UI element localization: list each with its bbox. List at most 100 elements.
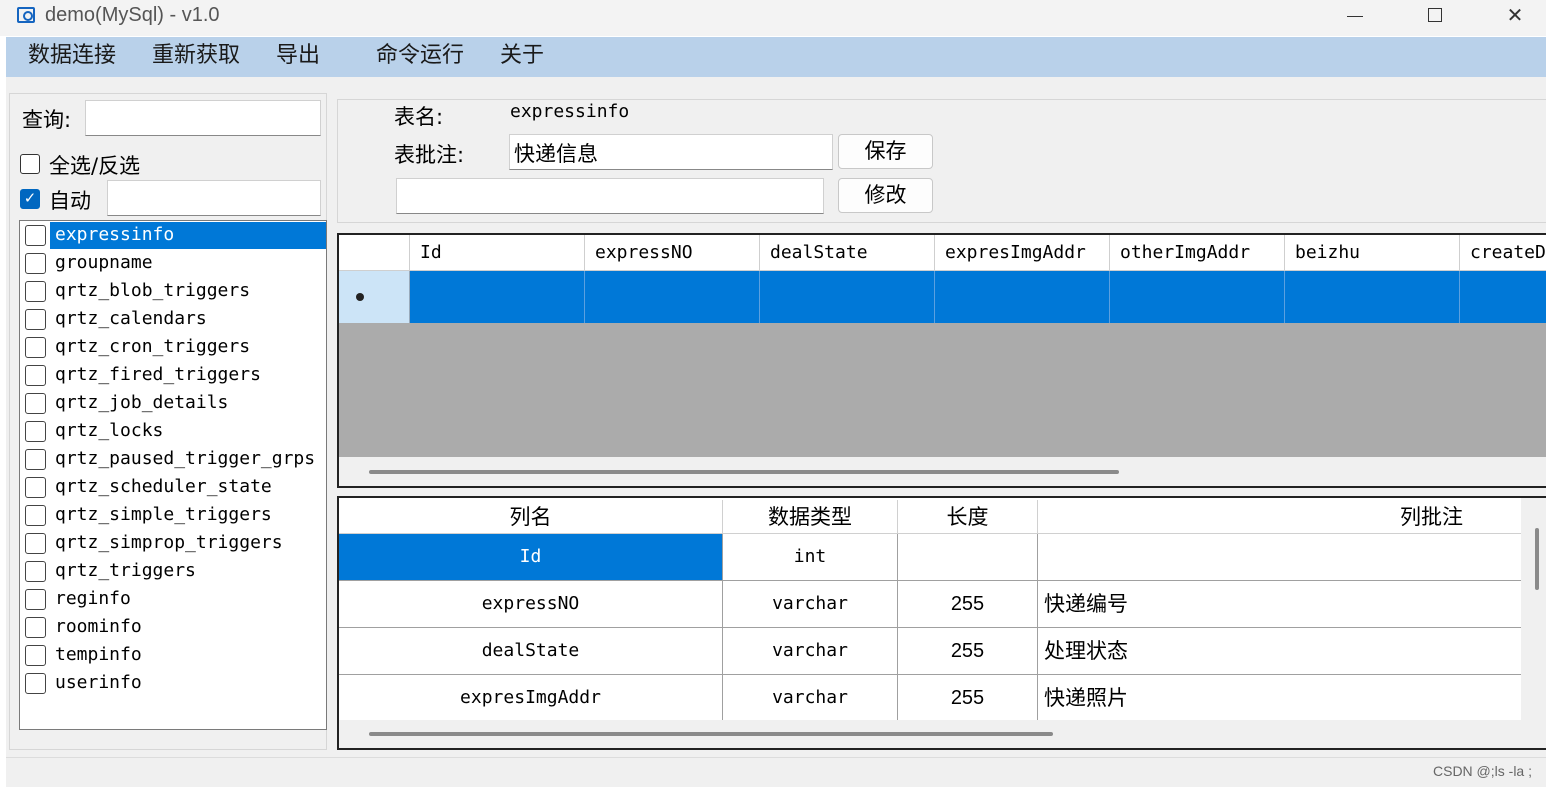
table-row[interactable]: Id int xyxy=(339,534,1521,581)
grid-horizontal-scrollbar[interactable] xyxy=(369,470,1119,474)
table-list-item[interactable]: qrtz_simprop_triggers xyxy=(20,530,326,558)
save-button[interactable]: 保存 xyxy=(838,134,933,169)
modify-button[interactable]: 修改 xyxy=(838,178,933,213)
menu-refetch[interactable]: 重新获取 xyxy=(152,41,240,71)
table-list-item[interactable]: qrtz_calendars xyxy=(20,306,326,334)
menu-about[interactable]: 关于 xyxy=(500,41,544,71)
grid-cell[interactable] xyxy=(935,271,1110,323)
menu-export[interactable]: 导出 xyxy=(276,41,320,71)
table-list-item[interactable]: expressinfo xyxy=(20,222,326,250)
table-list-item[interactable]: roominfo xyxy=(20,614,326,642)
table-list-item[interactable]: tempinfo xyxy=(20,642,326,670)
table-list-item[interactable]: qrtz_job_details xyxy=(20,390,326,418)
table-list-item[interactable]: qrtz_scheduler_state xyxy=(20,474,326,502)
window-title: demo(MySql) - v1.0 xyxy=(45,4,220,26)
column-type-cell[interactable]: int xyxy=(723,534,898,580)
auto-checkbox[interactable]: ✓ xyxy=(20,189,40,209)
extra-input[interactable] xyxy=(396,178,824,214)
row-header[interactable] xyxy=(339,271,410,323)
column-name-cell[interactable]: expresImgAddr xyxy=(339,675,723,721)
query-label: 查询: xyxy=(22,108,72,132)
table-list-item[interactable]: qrtz_paused_trigger_grps xyxy=(20,446,326,474)
column-type-cell[interactable]: varchar xyxy=(723,628,898,674)
column-header-length[interactable]: 长度 xyxy=(898,500,1038,534)
table-list-item[interactable]: qrtz_blob_triggers xyxy=(20,278,326,306)
minimize-button[interactable] xyxy=(1325,0,1385,36)
auto-input[interactable] xyxy=(107,180,321,216)
column-length-cell[interactable]: 255 xyxy=(898,581,1038,627)
columns-horizontal-scrollbar[interactable] xyxy=(369,732,1053,736)
column-header-type[interactable]: 数据类型 xyxy=(723,500,898,534)
table-checkbox[interactable] xyxy=(25,589,46,610)
grid-column-header[interactable]: beizhu xyxy=(1285,235,1460,271)
status-bar: CSDN @;ls -la ; xyxy=(6,757,1546,787)
table-checkbox[interactable] xyxy=(25,617,46,638)
grid-cell[interactable] xyxy=(585,271,760,323)
column-name-cell[interactable]: dealState xyxy=(339,628,723,674)
column-comment-cell[interactable]: 处理状态 xyxy=(1038,628,1521,674)
table-checkbox[interactable] xyxy=(25,253,46,274)
table-list-item[interactable]: qrtz_fired_triggers xyxy=(20,362,326,390)
table-checkbox[interactable] xyxy=(25,477,46,498)
table-checkbox[interactable] xyxy=(25,365,46,386)
menu-data-connection[interactable]: 数据连接 xyxy=(28,41,116,71)
column-type-cell[interactable]: varchar xyxy=(723,675,898,721)
table-name-label: qrtz_calendars xyxy=(55,308,207,329)
column-comment-cell[interactable]: 快递编号 xyxy=(1038,581,1521,627)
table-list-item[interactable]: qrtz_simple_triggers xyxy=(20,502,326,530)
grid-column-header[interactable]: Id xyxy=(410,235,585,271)
table-name-label: tempinfo xyxy=(55,644,142,665)
menu-run-command[interactable]: 命令运行 xyxy=(376,41,464,71)
table-list-item[interactable]: qrtz_locks xyxy=(20,418,326,446)
table-list-item[interactable]: groupname xyxy=(20,250,326,278)
grid-column-header[interactable]: dealState xyxy=(760,235,935,271)
table-name-label: expressinfo xyxy=(50,222,326,249)
column-type-cell[interactable]: varchar xyxy=(723,581,898,627)
close-button[interactable]: ✕ xyxy=(1485,0,1545,36)
table-list-item[interactable]: userinfo xyxy=(20,670,326,698)
app-icon xyxy=(17,7,35,23)
table-checkbox[interactable] xyxy=(25,393,46,414)
column-length-cell[interactable] xyxy=(898,534,1038,580)
table-list-item[interactable]: qrtz_cron_triggers xyxy=(20,334,326,362)
table-checkbox[interactable] xyxy=(25,561,46,582)
column-name-cell[interactable]: expressNO xyxy=(339,581,723,627)
table-checkbox[interactable] xyxy=(25,337,46,358)
grid-cell[interactable] xyxy=(760,271,935,323)
column-length-cell[interactable]: 255 xyxy=(898,675,1038,721)
grid-new-row[interactable] xyxy=(339,271,1546,323)
table-row[interactable]: expressNO varchar 255 快递编号 xyxy=(339,581,1521,628)
column-name-cell[interactable]: Id xyxy=(339,534,723,580)
column-length-cell[interactable]: 255 xyxy=(898,628,1038,674)
table-row[interactable]: dealState varchar 255 处理状态 xyxy=(339,628,1521,675)
grid-column-header[interactable]: expressNO xyxy=(585,235,760,271)
grid-column-header[interactable]: otherImgAddr xyxy=(1110,235,1285,271)
table-checkbox[interactable] xyxy=(25,533,46,554)
table-list-item[interactable]: qrtz_triggers xyxy=(20,558,326,586)
grid-cell[interactable] xyxy=(1460,271,1546,323)
maximize-button[interactable] xyxy=(1405,0,1465,36)
table-row[interactable]: expresImgAddr varchar 255 快递照片 xyxy=(339,675,1521,722)
table-checkbox[interactable] xyxy=(25,505,46,526)
select-all-checkbox[interactable] xyxy=(20,154,40,174)
table-checkbox[interactable] xyxy=(25,225,46,246)
column-header-name[interactable]: 列名 xyxy=(339,500,723,534)
table-checkbox[interactable] xyxy=(25,281,46,302)
column-comment-cell[interactable]: 快递照片 xyxy=(1038,675,1521,721)
table-checkbox[interactable] xyxy=(25,309,46,330)
table-checkbox[interactable] xyxy=(25,673,46,694)
columns-vertical-scrollbar[interactable] xyxy=(1535,528,1539,590)
grid-cell[interactable] xyxy=(1110,271,1285,323)
table-list-item[interactable]: reginfo xyxy=(20,586,326,614)
table-comment-input[interactable]: 快递信息 xyxy=(509,134,833,170)
grid-column-header[interactable]: createDa xyxy=(1460,235,1546,271)
table-checkbox[interactable] xyxy=(25,449,46,470)
column-comment-cell[interactable] xyxy=(1038,534,1521,580)
table-checkbox[interactable] xyxy=(25,645,46,666)
table-checkbox[interactable] xyxy=(25,421,46,442)
query-input[interactable] xyxy=(85,100,321,136)
grid-cell[interactable] xyxy=(410,271,585,323)
grid-column-header[interactable]: expresImgAddr xyxy=(935,235,1110,271)
grid-cell[interactable] xyxy=(1285,271,1460,323)
column-header-comment[interactable]: 列批注 xyxy=(1038,500,1521,534)
